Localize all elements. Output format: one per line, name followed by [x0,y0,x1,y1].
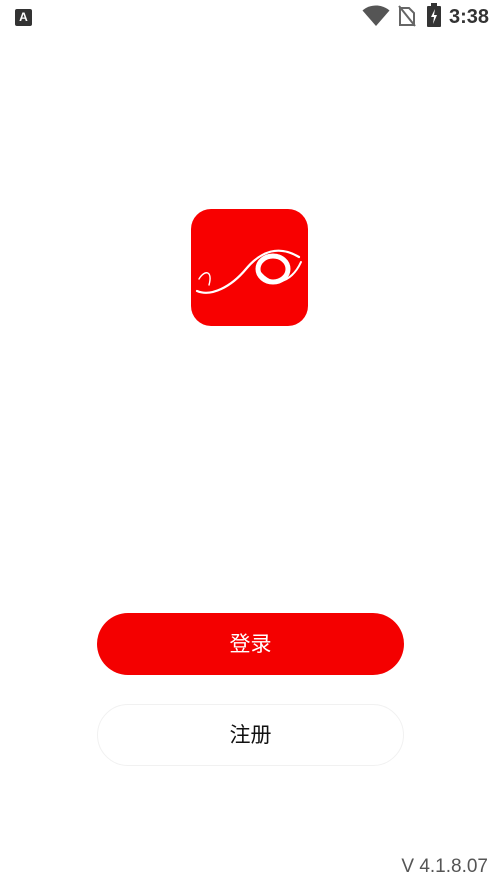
version-label: V 4.1.8.07 [401,856,488,877]
register-button[interactable]: 注册 [97,704,404,766]
login-button[interactable]: 登录 [97,613,404,675]
no-sim-icon [398,5,416,27]
keyboard-a-icon: A [15,9,32,26]
wifi-icon [362,5,390,26]
battery-charging-icon [427,3,441,27]
status-time: 3:38 [449,6,490,28]
status-bar: A 3:38 [0,0,500,34]
launch-screen: A 3:38 登录 注册 V 4.1.8.07 [0,0,500,894]
app-logo-icon [191,209,308,326]
